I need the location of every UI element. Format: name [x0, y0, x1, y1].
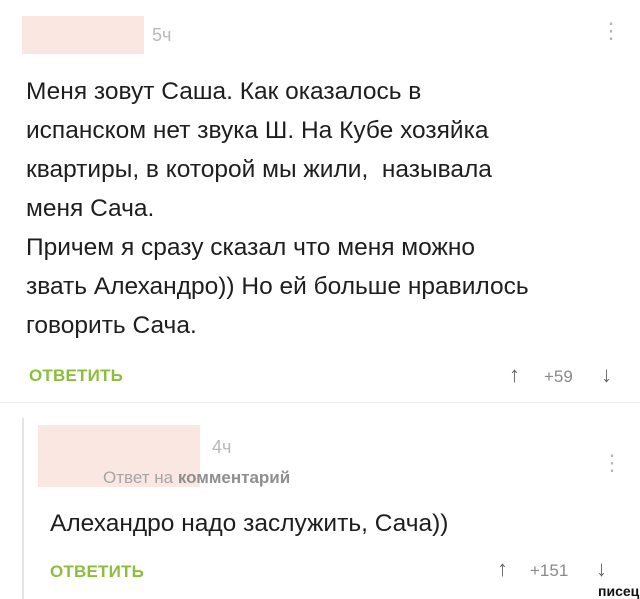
- watermark: писец: [598, 583, 640, 599]
- reply-to-prefix: Ответ на: [103, 468, 174, 487]
- comment-line: испанском нет звука Ш. На Кубе хозяйка: [26, 117, 489, 144]
- reply-to-link[interactable]: Ответ на комментарий: [103, 468, 290, 488]
- reply-reply-button[interactable]: ОТВЕТИТЬ: [50, 562, 144, 582]
- avatar-username-redacted[interactable]: [22, 16, 144, 54]
- reply-score: +151: [530, 561, 569, 580]
- comment-body: Меня зовут Саша. Как оказалось в испанск…: [26, 72, 606, 345]
- reply-to-target[interactable]: комментарий: [178, 468, 290, 487]
- downvote-icon[interactable]: ↓: [601, 362, 612, 388]
- comment-line: Меня зовут Саша. Как оказалось в: [26, 78, 422, 105]
- reply-upvote-icon[interactable]: ↑: [497, 556, 508, 582]
- upvote-icon[interactable]: ↑: [509, 362, 520, 388]
- reply-timestamp: 4ч: [212, 437, 232, 457]
- reply-body: Алехандро надо заслужить, Сача)): [50, 510, 449, 537]
- comment-timestamp: 5ч: [152, 25, 172, 45]
- comment-line: меня Сача.: [26, 195, 155, 222]
- comment-line: звать Алехандро)) Но ей больше нравилось: [26, 273, 529, 300]
- more-options-icon[interactable]: ⋮: [600, 20, 622, 42]
- reply-downvote-icon[interactable]: ↓: [596, 556, 607, 582]
- comment-score: +59: [544, 367, 573, 386]
- thread-line: [22, 418, 24, 599]
- comment-line: говорить Сача.: [26, 312, 197, 339]
- reply-button[interactable]: ОТВЕТИТЬ: [29, 366, 123, 386]
- comment-line: квартиры, в которой мы жили, называла: [26, 156, 492, 183]
- comment-line: Причем я сразу сказал что меня можно: [26, 234, 476, 261]
- reply-more-options-icon[interactable]: ⋮: [601, 452, 623, 474]
- comment-divider: [0, 402, 640, 403]
